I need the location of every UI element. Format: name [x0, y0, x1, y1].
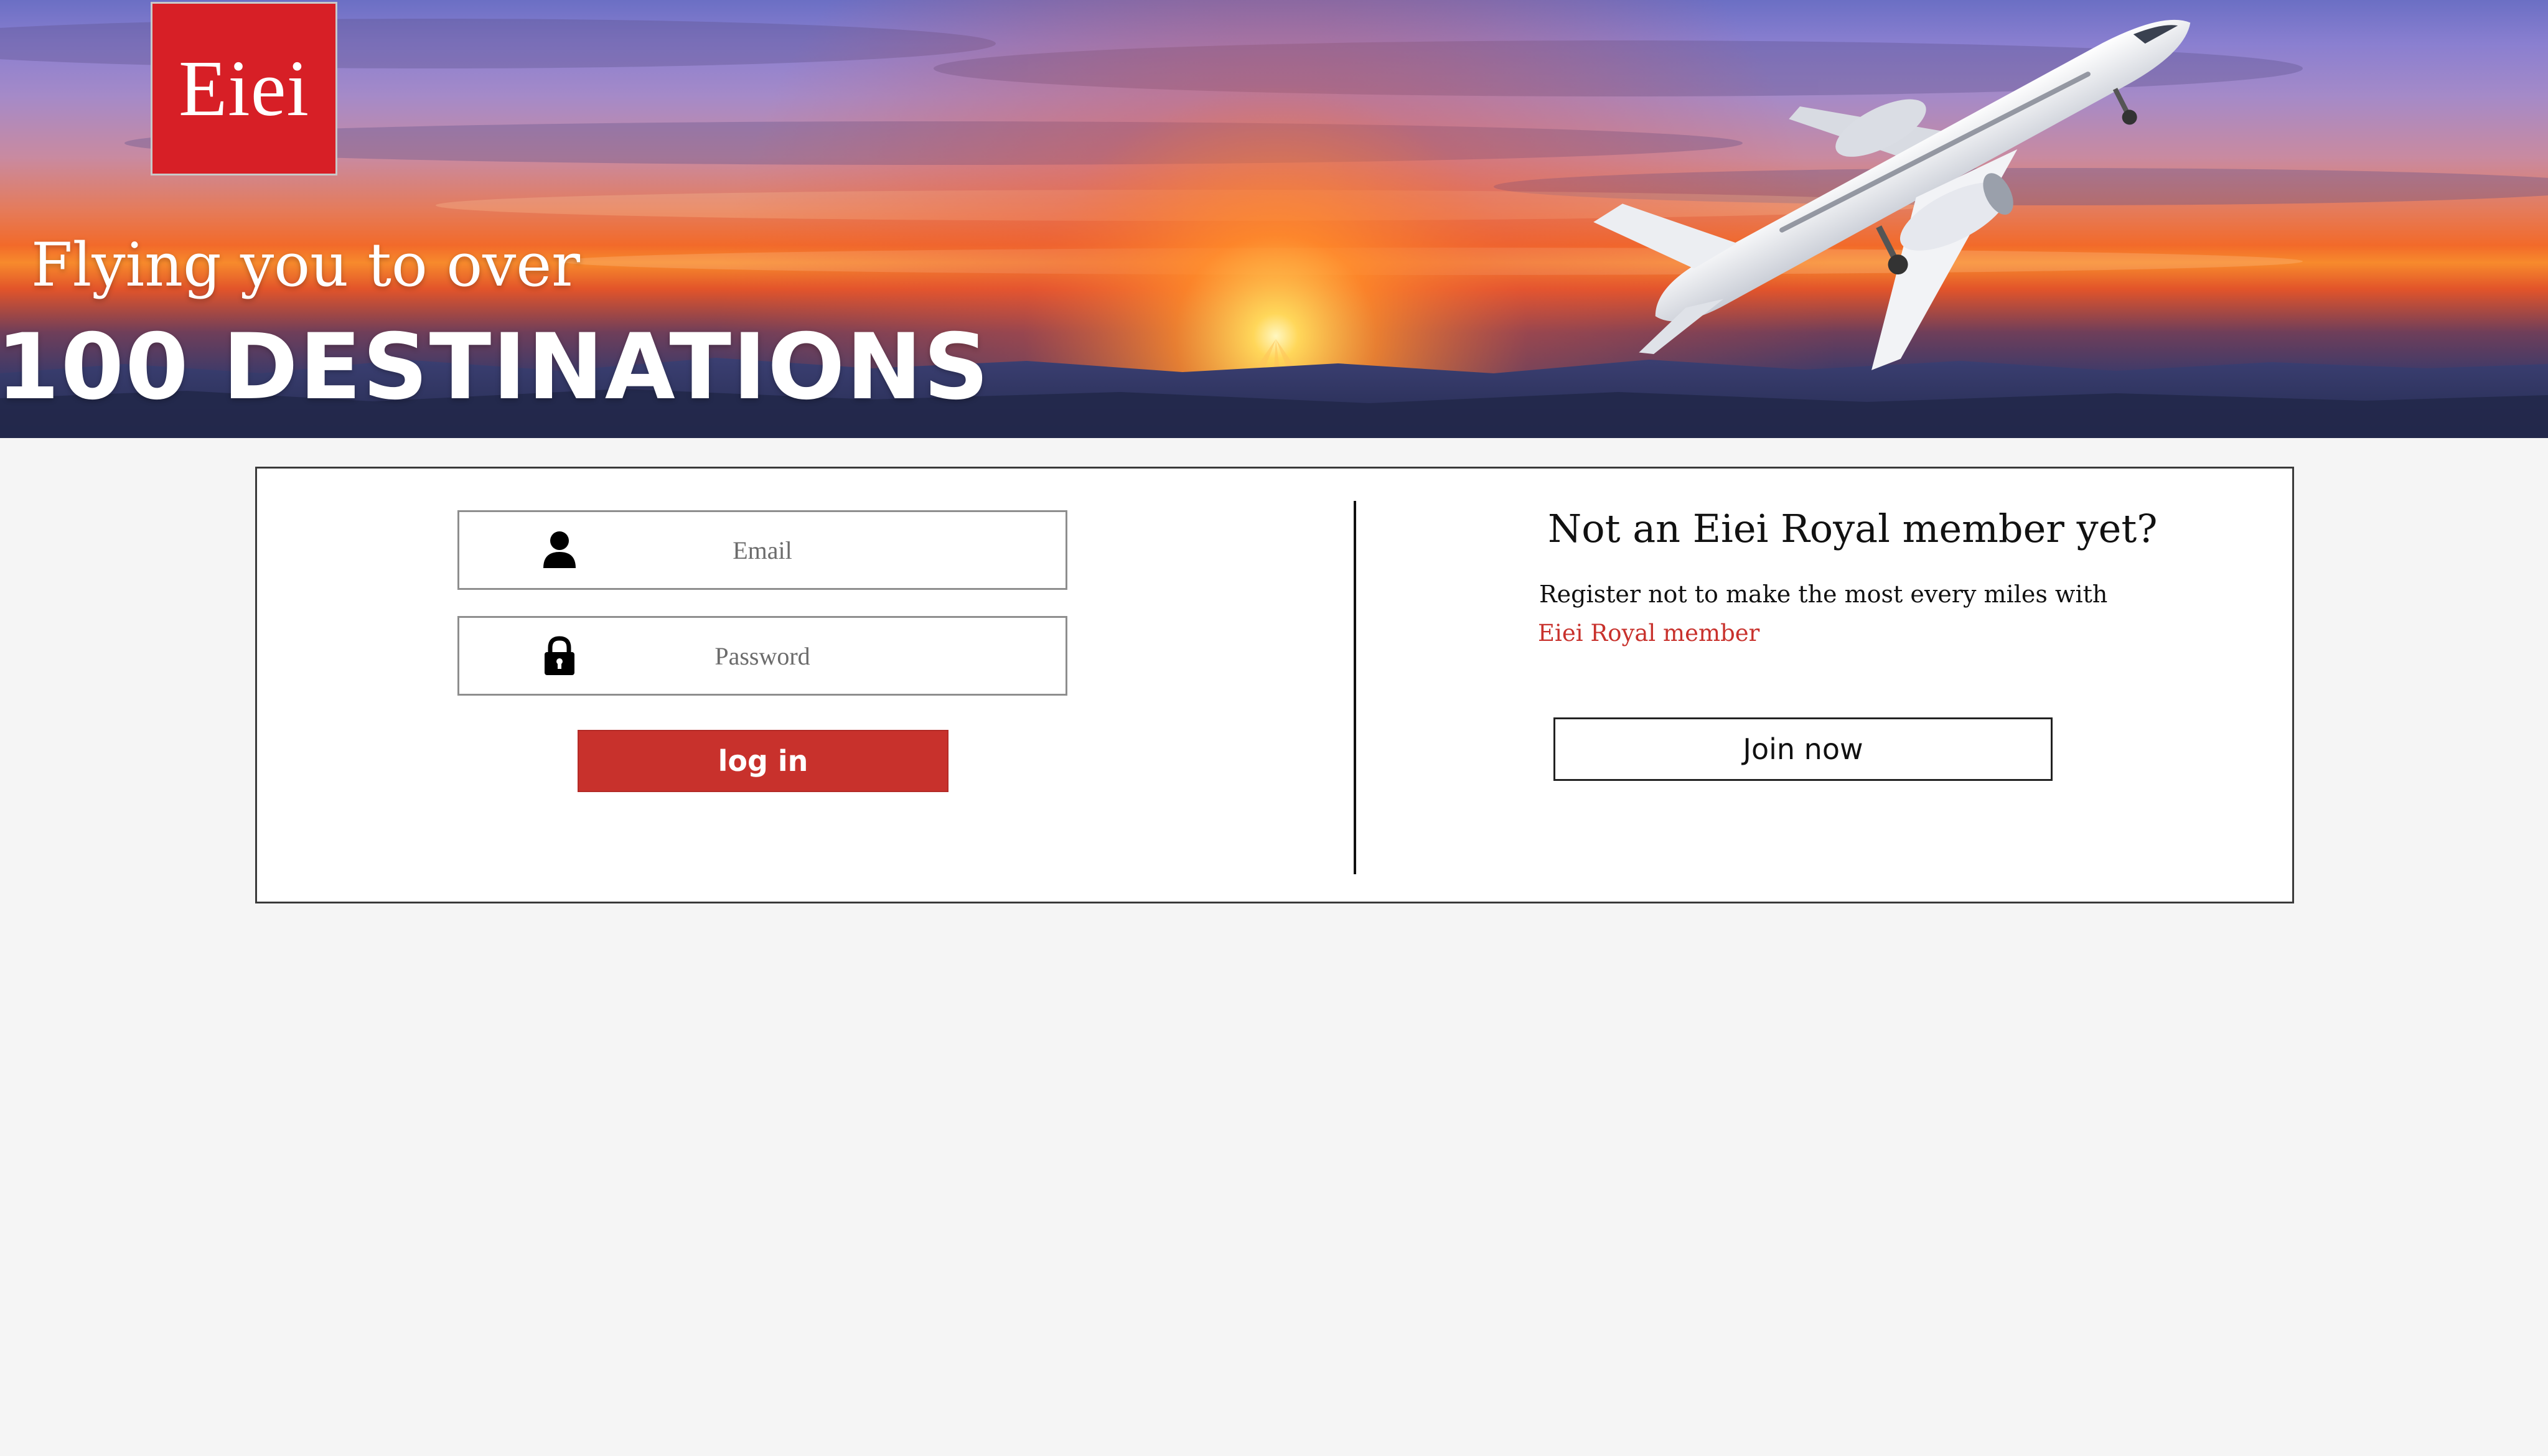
register-heading: Not an Eiei Royal member yet? — [1548, 506, 2158, 551]
password-input[interactable] — [459, 618, 1066, 694]
login-page: Eiei Flying you to over 100 DESTINATIONS… — [0, 0, 2548, 1456]
register-description: Register not to make the most every mile… — [1539, 581, 2108, 608]
email-input[interactable] — [459, 512, 1066, 588]
password-field[interactable] — [457, 616, 1067, 696]
brand-logo[interactable]: Eiei — [151, 2, 337, 175]
login-button[interactable]: log in — [578, 730, 948, 792]
royal-member-link[interactable]: Eiei Royal member — [1538, 620, 1759, 646]
login-panel: log in Not an Eiei Royal member yet? Reg… — [255, 467, 2294, 903]
hero-tagline: Flying you to over — [31, 230, 581, 300]
email-field[interactable] — [457, 510, 1067, 590]
join-now-button[interactable]: Join now — [1553, 717, 2053, 781]
logo-text: Eiei — [178, 44, 310, 133]
panel-divider — [1354, 501, 1356, 874]
hero-headline: 100 DESTINATIONS — [0, 314, 990, 420]
hero-banner: Eiei Flying you to over 100 DESTINATIONS — [0, 0, 2548, 438]
